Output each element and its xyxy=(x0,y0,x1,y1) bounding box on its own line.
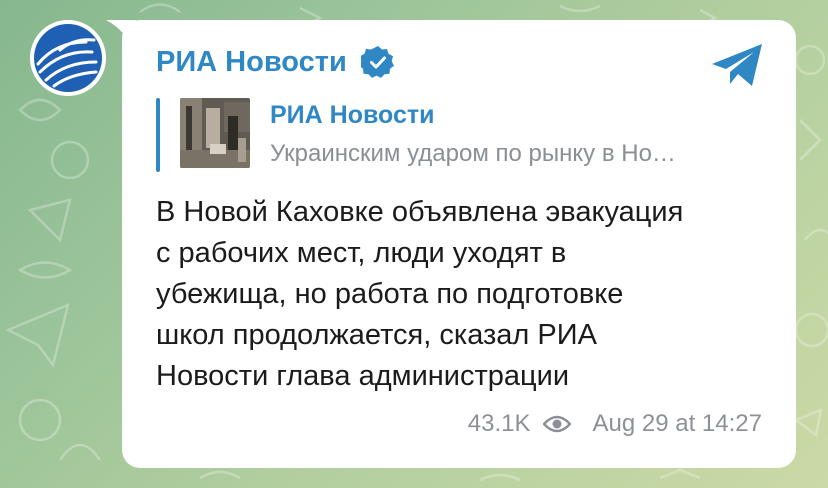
channel-avatar[interactable] xyxy=(30,20,106,96)
channel-name[interactable]: РИА Новости xyxy=(156,45,395,79)
reply-accent-bar xyxy=(156,98,160,172)
reply-preview[interactable]: РИА Новости Украинским ударом по рынку в… xyxy=(156,98,756,172)
message-line: школ продолжается, сказал РИА xyxy=(156,319,597,351)
message-line: Новости глава администрации xyxy=(156,360,570,392)
reply-title: РИА Новости xyxy=(270,101,435,129)
message-line: убежища, но работа по подготовке xyxy=(156,278,624,310)
view-count: 43.1K xyxy=(467,410,531,437)
reply-thumbnail xyxy=(180,98,250,168)
message-line: В Новой Каховке объявлена эвакуация xyxy=(156,196,684,228)
telegram-share-icon[interactable] xyxy=(710,42,764,88)
message-timestamp: Aug 29 at 14:27 xyxy=(592,410,762,437)
verified-badge-icon xyxy=(360,46,394,78)
channel-name-label[interactable]: РИА Новости xyxy=(156,46,347,79)
message-meta: 43.1K Aug 29 at 14:27 xyxy=(468,410,762,438)
message-bubble: РИА Новости РИА Новости Украинским ударо… xyxy=(122,20,796,468)
message-line: с рабочих мест, люди уходят в xyxy=(156,237,567,269)
reply-text: Украинским ударом по рынку в Но… xyxy=(270,140,676,167)
eye-icon xyxy=(542,415,571,433)
message-text: В Новой Каховке объявлена эвакуация с ра… xyxy=(156,192,766,397)
ria-globe-logo-icon xyxy=(30,20,106,96)
